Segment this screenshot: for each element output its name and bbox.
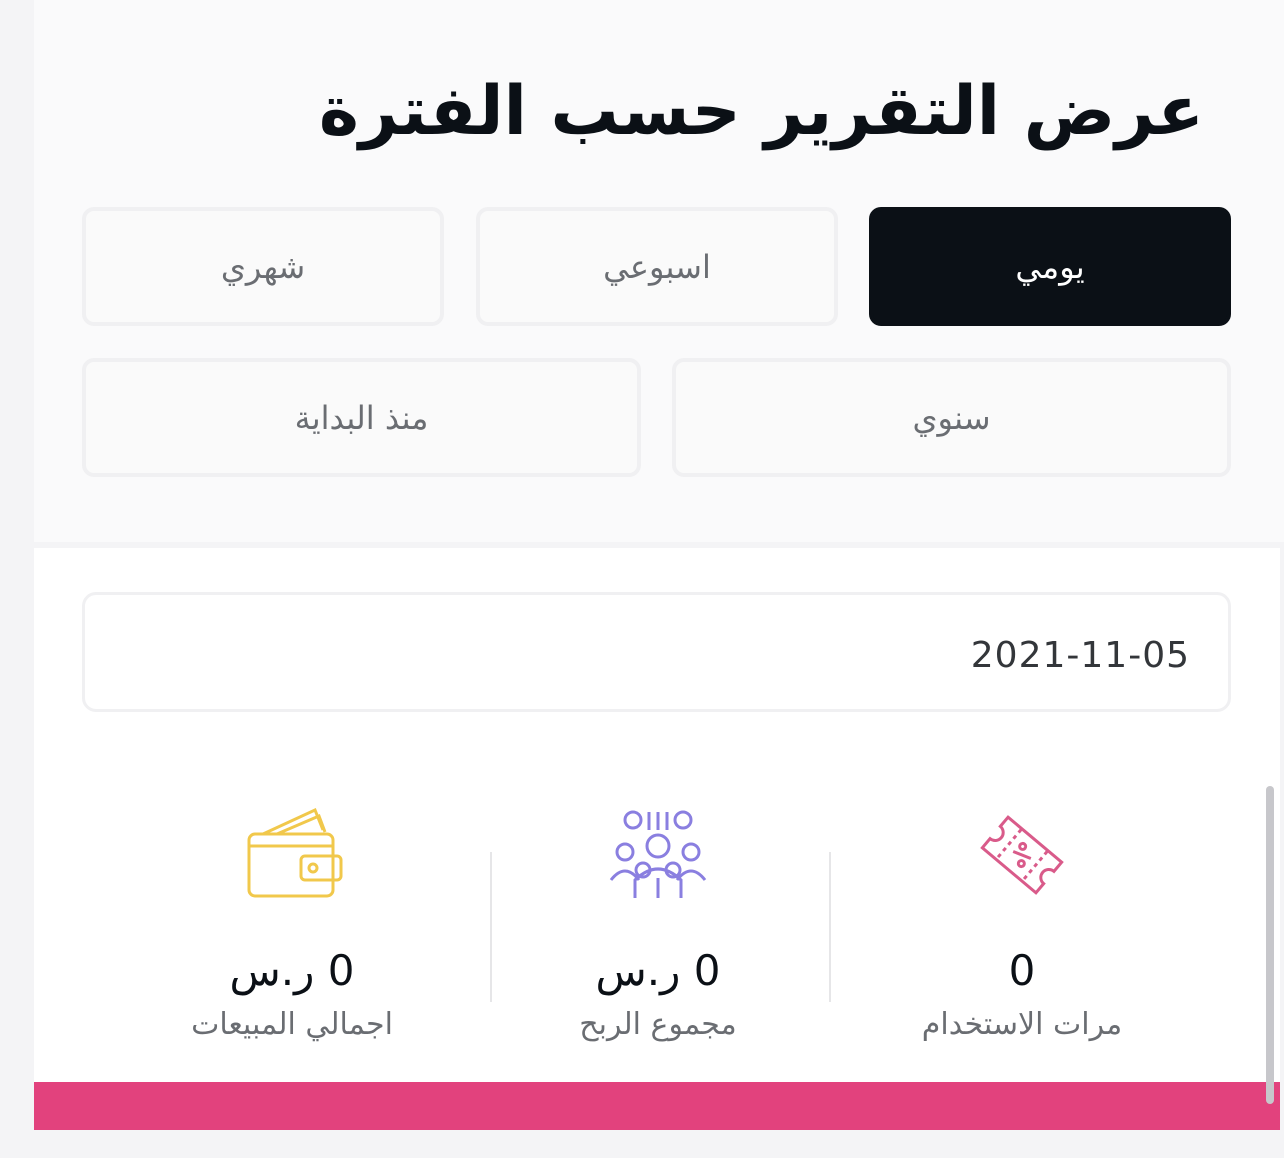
stat-total-profit: 0 ر.س مجموع الربح	[493, 800, 823, 1042]
period-daily-button[interactable]: يومي	[869, 207, 1231, 326]
period-weekly-button[interactable]: اسبوعي	[476, 207, 838, 326]
stat-divider	[490, 852, 492, 1002]
accent-bar	[34, 1082, 1280, 1130]
total-profit-value: 0 ر.س	[595, 946, 721, 995]
date-field[interactable]: 2021-11-05	[82, 592, 1231, 712]
usage-count-value: 0	[1008, 946, 1036, 995]
total-sales-value: 0 ر.س	[229, 946, 355, 995]
usage-count-label: مرات الاستخدام	[921, 1007, 1123, 1042]
total-sales-label: اجمالي المبيعات	[191, 1007, 393, 1042]
stat-usage-count: 0 مرات الاستخدام	[857, 800, 1187, 1042]
team-icon	[609, 810, 707, 898]
period-yearly-button[interactable]: سنوي	[672, 358, 1231, 477]
stat-divider	[829, 852, 831, 1002]
total-profit-label: مجموع الربح	[579, 1007, 737, 1042]
page-title: عرض التقرير حسب الفترة	[318, 72, 1204, 151]
date-value: 2021-11-05	[970, 635, 1190, 676]
coupon-icon	[980, 815, 1064, 895]
wallet-icon	[247, 807, 343, 898]
stat-total-sales: 0 ر.س اجمالي المبيعات	[127, 800, 457, 1042]
period-since-start-button[interactable]: منذ البداية	[82, 358, 641, 477]
scrollbar[interactable]	[1266, 786, 1274, 1104]
period-monthly-button[interactable]: شهري	[82, 207, 444, 326]
